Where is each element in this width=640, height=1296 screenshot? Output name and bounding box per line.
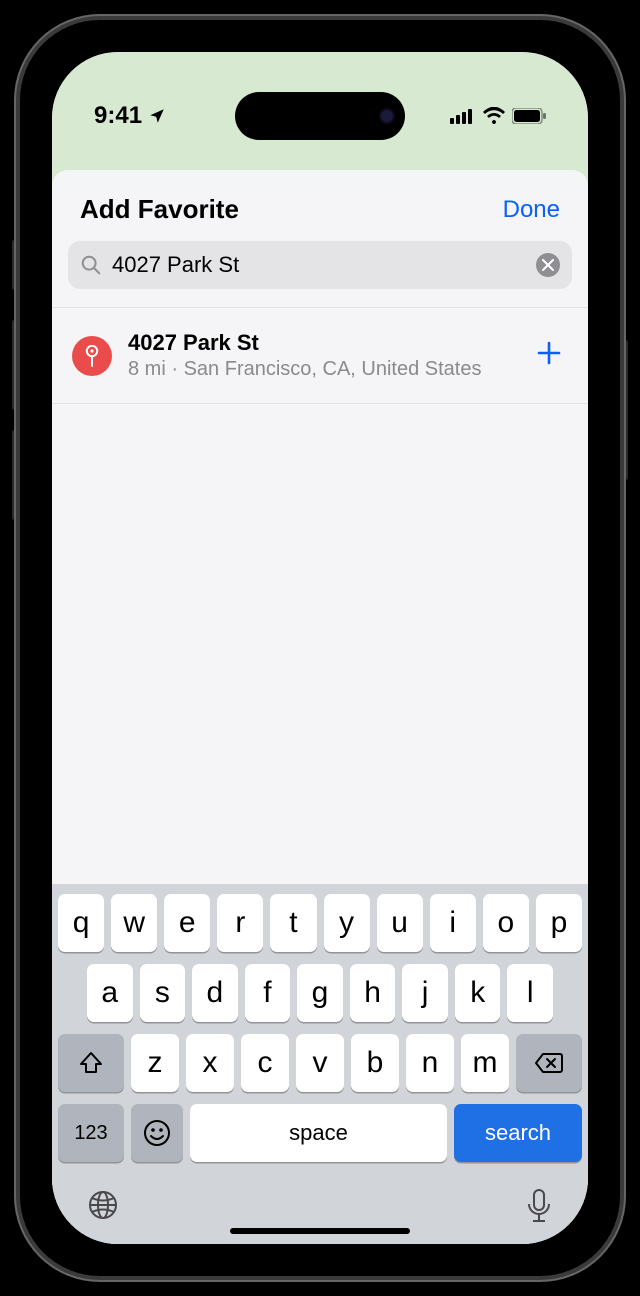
key-s[interactable]: s xyxy=(140,964,186,1022)
status-time: 9:41 xyxy=(94,102,142,130)
result-subtitle: 8 mi · San Francisco, CA, United States xyxy=(128,358,514,381)
key-e[interactable]: e xyxy=(164,894,210,952)
location-arrow-icon xyxy=(148,107,166,125)
key-a[interactable]: a xyxy=(87,964,133,1022)
key-u[interactable]: u xyxy=(377,894,423,952)
search-key[interactable]: search xyxy=(454,1104,582,1162)
key-z[interactable]: z xyxy=(131,1034,179,1092)
add-favorite-button[interactable] xyxy=(530,336,568,375)
globe-icon[interactable] xyxy=(86,1188,120,1222)
key-d[interactable]: d xyxy=(192,964,238,1022)
search-icon xyxy=(80,254,102,276)
search-input[interactable] xyxy=(112,252,526,278)
dynamic-island xyxy=(235,92,405,140)
phone-frame: 9:41 Add Favorite Done xyxy=(20,20,620,1276)
wifi-icon xyxy=(482,107,506,125)
key-i[interactable]: i xyxy=(430,894,476,952)
key-o[interactable]: o xyxy=(483,894,529,952)
key-n[interactable]: n xyxy=(406,1034,454,1092)
key-v[interactable]: v xyxy=(296,1034,344,1092)
add-favorite-sheet: Add Favorite Done 4027 Park St xyxy=(52,170,588,1244)
mic-icon[interactable] xyxy=(524,1188,554,1226)
key-c[interactable]: c xyxy=(241,1034,289,1092)
key-t[interactable]: t xyxy=(270,894,316,952)
front-camera-icon xyxy=(379,108,395,124)
pin-icon xyxy=(72,336,112,376)
numbers-key[interactable]: 123 xyxy=(58,1104,124,1162)
key-p[interactable]: p xyxy=(536,894,582,952)
key-g[interactable]: g xyxy=(297,964,343,1022)
keyboard: qwertyuiop asdfghjkl zxcvbnm 123 space s… xyxy=(52,884,588,1244)
backspace-key[interactable] xyxy=(516,1034,582,1092)
shift-icon xyxy=(78,1050,104,1076)
key-b[interactable]: b xyxy=(351,1034,399,1092)
close-icon xyxy=(542,259,554,271)
search-result-row[interactable]: 4027 Park St 8 mi · San Francisco, CA, U… xyxy=(52,308,588,404)
space-key[interactable]: space xyxy=(190,1104,447,1162)
key-q[interactable]: q xyxy=(58,894,104,952)
shift-key[interactable] xyxy=(58,1034,124,1092)
key-y[interactable]: y xyxy=(324,894,370,952)
battery-icon xyxy=(512,108,546,124)
result-title: 4027 Park St xyxy=(128,330,514,356)
emoji-key[interactable] xyxy=(131,1104,183,1162)
home-indicator[interactable] xyxy=(230,1228,410,1234)
screen: 9:41 Add Favorite Done xyxy=(52,52,588,1244)
key-l[interactable]: l xyxy=(507,964,553,1022)
backspace-icon xyxy=(534,1052,564,1074)
emoji-icon xyxy=(142,1118,172,1148)
key-f[interactable]: f xyxy=(245,964,291,1022)
cellular-icon xyxy=(450,108,476,124)
plus-icon xyxy=(536,340,562,366)
key-m[interactable]: m xyxy=(461,1034,509,1092)
key-x[interactable]: x xyxy=(186,1034,234,1092)
clear-search-button[interactable] xyxy=(536,253,560,277)
key-w[interactable]: w xyxy=(111,894,157,952)
key-j[interactable]: j xyxy=(402,964,448,1022)
key-k[interactable]: k xyxy=(455,964,501,1022)
sheet-title: Add Favorite xyxy=(80,194,239,225)
search-field[interactable] xyxy=(68,241,572,289)
key-r[interactable]: r xyxy=(217,894,263,952)
done-button[interactable]: Done xyxy=(503,196,560,224)
key-h[interactable]: h xyxy=(350,964,396,1022)
